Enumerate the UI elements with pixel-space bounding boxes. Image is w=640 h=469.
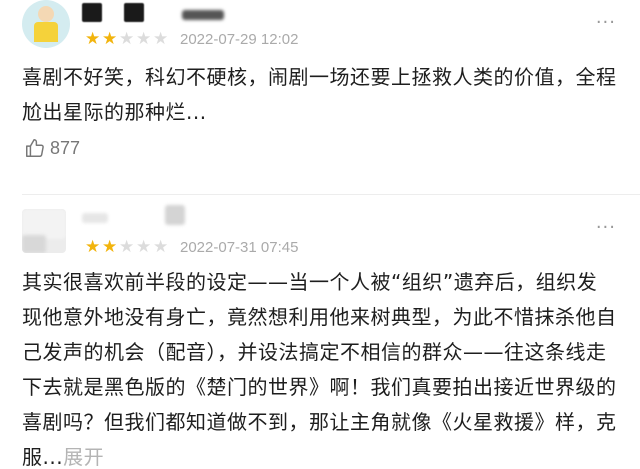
star-icon: ★ bbox=[153, 29, 169, 49]
star-icon: ★ bbox=[136, 237, 152, 257]
avatar-head bbox=[38, 6, 54, 22]
cartoon-avatar-icon[interactable] bbox=[22, 0, 70, 48]
review-text[interactable]: 其实很喜欢前半段的设定——当一个人被“组织”遗弃后，组织发现他意外地没有身亡，竟… bbox=[22, 265, 617, 469]
star-icon: ★ bbox=[136, 29, 152, 49]
review-text-body: 其实很喜欢前半段的设定——当一个人被“组织”遗弃后，组织发现他意外地没有身亡，竟… bbox=[22, 270, 617, 469]
username-redacted bbox=[124, 3, 144, 22]
star-icon: ★ bbox=[119, 237, 135, 257]
thumbs-up-icon bbox=[26, 139, 44, 157]
review-card: ··· ★ ★ ★ ★ ★ 2022-07-29 12:02 喜剧不好笑，科幻不… bbox=[0, 0, 640, 195]
review-text[interactable]: 喜剧不好笑，科幻不硬核，闹剧一场还要上拯救人类的价值，全程尬出星际的那种烂... bbox=[22, 60, 617, 130]
star-icon: ★ bbox=[85, 237, 101, 257]
like-count: 877 bbox=[50, 137, 81, 158]
star-rating: ★ ★ ★ ★ ★ 2022-07-29 12:02 bbox=[85, 29, 299, 49]
star-rating: ★ ★ ★ ★ ★ 2022-07-31 07:45 bbox=[85, 237, 299, 257]
review-date: 2022-07-31 07:45 bbox=[180, 239, 299, 256]
star-icon: ★ bbox=[102, 237, 118, 257]
expand-link[interactable]: 展开 bbox=[63, 445, 104, 469]
like-button[interactable]: 877 bbox=[24, 137, 80, 159]
username-redacted[interactable] bbox=[82, 3, 102, 22]
review-card: ··· ★ ★ ★ ★ ★ 2022-07-31 07:45 其实很喜欢前半段的… bbox=[0, 195, 640, 469]
more-options-icon[interactable]: ··· bbox=[596, 219, 616, 237]
review-date: 2022-07-29 12:02 bbox=[180, 31, 299, 48]
username-redacted[interactable] bbox=[82, 213, 108, 223]
username-redacted bbox=[182, 10, 224, 20]
blurred-avatar-icon[interactable] bbox=[22, 209, 66, 253]
star-icon: ★ bbox=[85, 29, 101, 49]
star-icon: ★ bbox=[119, 29, 135, 49]
avatar-blur bbox=[22, 235, 46, 253]
username-redacted bbox=[165, 205, 185, 225]
more-options-icon[interactable]: ··· bbox=[596, 14, 616, 32]
avatar-body bbox=[34, 22, 58, 42]
star-icon: ★ bbox=[153, 237, 169, 257]
star-icon: ★ bbox=[102, 29, 118, 49]
